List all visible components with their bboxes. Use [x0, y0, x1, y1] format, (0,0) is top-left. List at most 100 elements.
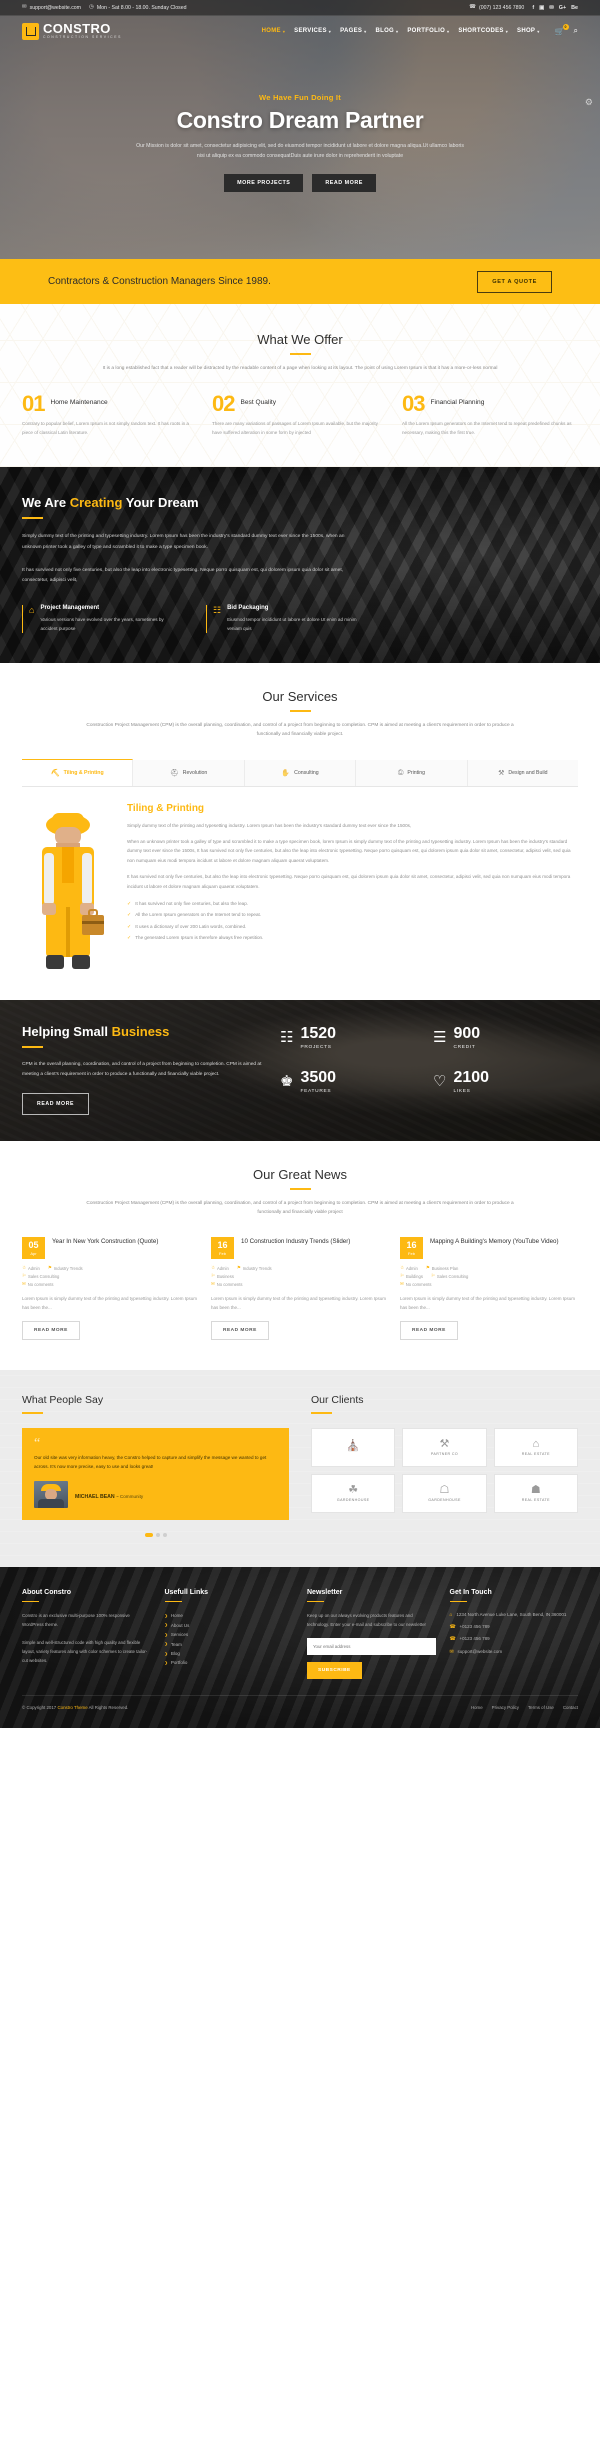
folder-icon: ⚐ — [400, 1273, 404, 1279]
client-logo-4[interactable]: ☘ GARDENHOUSE — [311, 1474, 396, 1514]
tab-printing[interactable]: ⎙ Printing — [356, 759, 468, 786]
footer-link-about-us[interactable]: ❯ About Us — [165, 1621, 294, 1630]
nav-item-shortcodes[interactable]: SHORTCODES ▾ — [458, 28, 508, 34]
nav-item-pages[interactable]: PAGES ▾ — [340, 28, 366, 34]
client-logo-1[interactable]: ⛪ — [311, 1428, 396, 1468]
footer-link-services[interactable]: ❯ Services — [165, 1630, 294, 1639]
newsletter-email-input[interactable] — [307, 1638, 436, 1656]
contact-phone[interactable]: ☎ (007) 123 456 7890 — [469, 4, 524, 10]
meta-author[interactable]: ☃ Admin — [211, 1265, 229, 1271]
client-logo-2[interactable]: ⚒ PARTNER CO — [402, 1428, 487, 1468]
check-icon: ✓ — [127, 923, 132, 930]
tab-revolution[interactable]: ⛑ Revolution — [133, 759, 245, 786]
get-a-quote-button[interactable]: GET A QUOTE — [477, 270, 552, 293]
footer-link-blog[interactable]: ❯ Blog — [165, 1649, 294, 1658]
footer-nav-contact[interactable]: Contact — [563, 1705, 578, 1710]
nav-item-portfolio[interactable]: PORTFOLIO ▾ — [407, 28, 449, 34]
pagination-dot-1[interactable] — [144, 1532, 153, 1537]
meta-category[interactable]: ⚐ Business — [211, 1273, 234, 1279]
building-logo-icon: ⛪ — [346, 1440, 361, 1453]
meta-category[interactable]: ⚐ Buildings — [400, 1273, 423, 1279]
nav-item-services[interactable]: SERVICES ▾ — [294, 28, 331, 34]
client-logo-5[interactable]: ☖ GARDENHOUSE — [402, 1474, 487, 1514]
google-plus-icon[interactable]: G+ — [559, 5, 566, 11]
meta-row: ✉ No comments — [22, 1281, 200, 1287]
more-projects-button[interactable]: MORE PROJECTS — [224, 174, 304, 193]
clients-grid: ⛪ ⚒ PARTNER CO ⌂ REAL ESTATE ☘ GARDENHOU… — [311, 1428, 578, 1514]
footer-nav-privacy-policy[interactable]: Privacy Policy — [492, 1705, 519, 1710]
contact-phone-2[interactable]: ☎ +0123 456 789 — [450, 1635, 579, 1644]
copyright-brand[interactable]: Constro Theme — [57, 1705, 87, 1710]
client-logo-3[interactable]: ⌂ REAL ESTATE — [493, 1428, 578, 1468]
gear-icon[interactable]: ⚙ — [585, 97, 593, 108]
pagination-dot-2[interactable] — [155, 1532, 160, 1537]
phone-icon: ☎ — [449, 1625, 456, 1631]
footer-nav-home[interactable]: Home — [471, 1705, 483, 1710]
helping-read-more-button[interactable]: READ MORE — [22, 1092, 90, 1115]
nav-item-home[interactable]: HOME ▾ — [262, 28, 286, 34]
card-read-more-button[interactable]: READ MORE — [211, 1321, 269, 1341]
meta-category-2[interactable]: ⚐ Sales Consulting — [431, 1273, 468, 1279]
envelope-icon: ✉ — [449, 1649, 454, 1655]
meta-comments[interactable]: ✉ No comments — [211, 1281, 243, 1287]
testimonials-clients-row: What People Say “ Our old site was very … — [22, 1394, 578, 1537]
subscribe-button[interactable]: SUBSCRIBE — [307, 1662, 362, 1680]
footer-link-home[interactable]: ❯ Home — [165, 1611, 294, 1620]
handshake-icon: ✋ — [281, 769, 291, 777]
feature-text: Project Management Various versions have… — [40, 605, 182, 633]
nav-item-shop[interactable]: SHOP ▾ — [517, 28, 540, 34]
logo-tagline: CONSTRUCTION SERVICES — [43, 35, 122, 40]
meta-label: Admin — [27, 1265, 40, 1271]
tab-label: Printing — [407, 769, 426, 776]
card-title[interactable]: 10 Construction Industry Trends (Slider) — [241, 1237, 350, 1259]
client-logo-6[interactable]: ☗ REAL ESTATE — [493, 1474, 578, 1514]
logo-text: CONSTRO CONSTRUCTION SERVICES — [43, 22, 122, 39]
meta-comments[interactable]: ✉ No comments — [22, 1281, 54, 1287]
read-more-button[interactable]: READ MORE — [312, 174, 376, 193]
meta-tag[interactable]: ⚑ Business Plan — [426, 1265, 458, 1271]
tab-label: Design and Build — [508, 769, 548, 776]
contact-phone-1[interactable]: ☎ +0123 456 789 — [450, 1623, 579, 1632]
hardhat-icon: ⛑ — [169, 769, 179, 777]
offer-number: 03 — [402, 391, 426, 417]
meta-tag[interactable]: ⚑ Industry Trends — [48, 1265, 83, 1271]
tab-tiling-printing[interactable]: ⛏ Tiling & Printing — [22, 758, 134, 786]
meta-author[interactable]: ☃ Admin — [22, 1265, 40, 1271]
contact-email[interactable]: ✉ support@website.com — [450, 1648, 579, 1657]
meta-label: No comments — [216, 1281, 243, 1287]
footer-nav-terms-of-use[interactable]: Terms of Use — [528, 1705, 554, 1710]
meta-category[interactable]: ⚐ Sales Consulting — [22, 1273, 59, 1279]
our-services-section: Our Services Construction Project Manage… — [0, 662, 600, 1000]
site-logo[interactable]: CONSTRO CONSTRUCTION SERVICES — [22, 22, 122, 40]
tab-design-and-build[interactable]: ⚒ Design and Build — [467, 759, 579, 786]
feature-project-management: ⌂ Project Management Various versions ha… — [22, 604, 182, 633]
meta-author[interactable]: ☃ Admin — [400, 1265, 418, 1271]
offer-heading: What We Offer It is a long established f… — [0, 332, 600, 373]
card-read-more-button[interactable]: READ MORE — [400, 1321, 458, 1341]
behance-icon[interactable]: Be — [571, 5, 578, 11]
twitter-icon[interactable]: ✉ — [549, 5, 554, 11]
card-read-more-button[interactable]: READ MORE — [22, 1321, 80, 1341]
footer-link-team[interactable]: ❯ Team — [165, 1640, 294, 1649]
shopping-cart-icon[interactable]: 🛒 0 — [555, 23, 569, 36]
footer-link-portfolio[interactable]: ❯ Portfolio — [165, 1658, 294, 1667]
pagination-dot-3[interactable] — [162, 1532, 167, 1537]
top-bar: ✉ support@website.com ◷ Mon - Sat 8.00 -… — [0, 0, 600, 16]
title-underline — [311, 1412, 332, 1415]
user-icon: ☃ — [211, 1265, 215, 1271]
instagram-icon[interactable]: ▣ — [539, 5, 544, 11]
card-body: Lorem Ipsum is simply dummy text of the … — [22, 1296, 197, 1311]
card-title[interactable]: Year In New York Construction (Quote) — [52, 1237, 158, 1259]
news-cards: 05 Apr Year In New York Construction (Qu… — [0, 1237, 600, 1341]
news-description: Construction Project Management (CPM) is… — [86, 1200, 514, 1216]
search-icon[interactable]: ⌕ — [574, 26, 578, 36]
card-head: 05 Apr Year In New York Construction (Qu… — [22, 1237, 200, 1260]
meta-tag[interactable]: ⚑ Industry Trends — [237, 1265, 272, 1271]
nav-item-blog[interactable]: BLOG ▾ — [375, 28, 398, 34]
tab-consulting[interactable]: ✋ Consulting — [244, 759, 357, 786]
card-title[interactable]: Mapping A Building's Memory (YouTube Vid… — [430, 1237, 559, 1259]
facebook-icon[interactable]: f — [532, 5, 534, 11]
contact-email[interactable]: ✉ support@website.com — [22, 4, 81, 10]
copyright-part-b: All Rights Reserved. — [87, 1705, 129, 1711]
meta-comments[interactable]: ✉ No comments — [400, 1281, 432, 1287]
